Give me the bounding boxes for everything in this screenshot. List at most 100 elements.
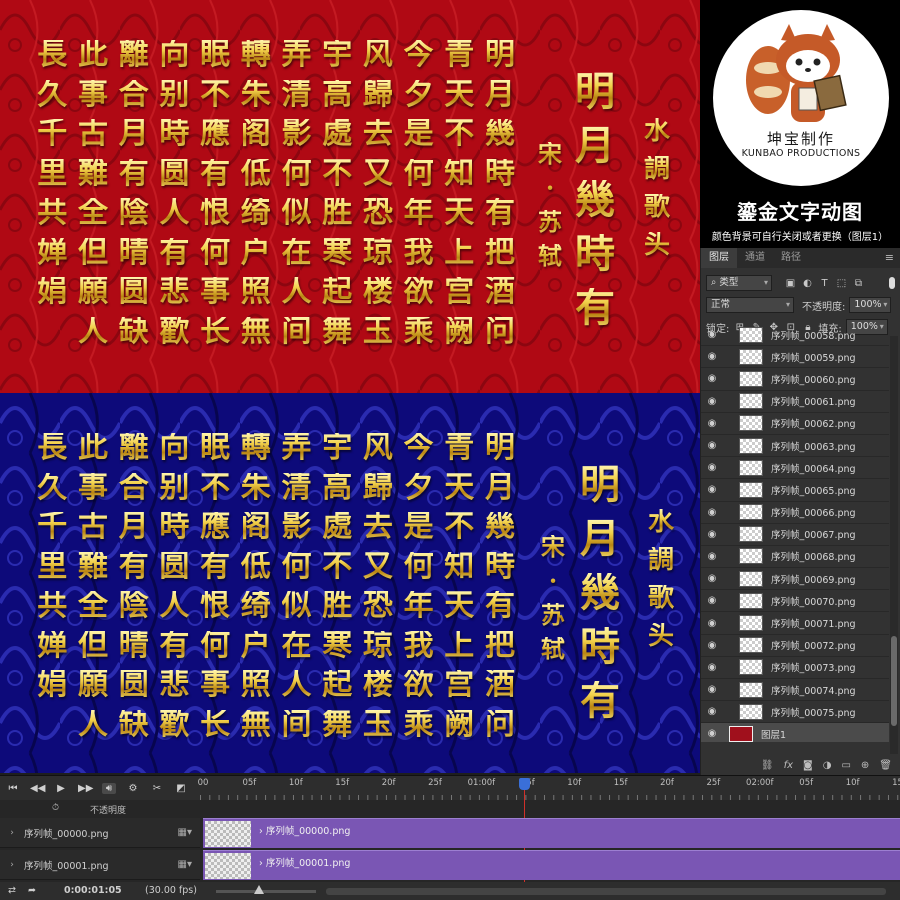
- ruler-tick-label: 15f: [613, 778, 628, 788]
- eye-icon[interactable]: ◉: [701, 551, 723, 562]
- eye-icon[interactable]: ◉: [701, 706, 723, 717]
- eye-icon[interactable]: ◉: [701, 529, 723, 540]
- chevron-right-icon[interactable]: ›: [0, 860, 24, 870]
- timeline-scrollbar[interactable]: [326, 888, 886, 895]
- zoom-slider-track[interactable]: [216, 890, 316, 893]
- eye-icon[interactable]: ◉: [701, 351, 723, 362]
- trash-icon[interactable]: 🗑︎: [879, 760, 892, 771]
- image-filter-icon[interactable]: ▣: [784, 277, 797, 290]
- track-menu-icon[interactable]: ▦▾: [178, 859, 192, 870]
- poem-character: 把: [485, 234, 515, 270]
- next-frame-icon[interactable]: ▶▶: [78, 783, 93, 794]
- poem-column: 長久千里共婵娟: [32, 433, 72, 700]
- layer-row[interactable]: ◉ 序列帧_00067.png: [701, 524, 889, 546]
- layer-row[interactable]: ◉ 序列帧_00064.png: [701, 457, 889, 480]
- layer-row[interactable]: ◉ 序列帧_00061.png: [701, 391, 889, 413]
- eye-icon[interactable]: ◉: [701, 640, 723, 651]
- fx-button[interactable]: fx: [784, 760, 793, 771]
- poem-character: 人: [281, 667, 312, 702]
- filter-toggle[interactable]: [889, 277, 895, 289]
- eye-icon[interactable]: ◉: [701, 573, 723, 584]
- eye-icon[interactable]: ◉: [701, 373, 723, 384]
- eye-icon[interactable]: ◉: [701, 662, 723, 673]
- poem-character: 千: [37, 509, 68, 544]
- layer-row[interactable]: ◉ 序列帧_00063.png: [701, 435, 889, 458]
- group-folder-icon[interactable]: ▭: [841, 760, 850, 771]
- layer-row[interactable]: ◉ 序列帧_00065.png: [701, 479, 889, 502]
- settings-gear-icon[interactable]: ⚙: [126, 783, 140, 794]
- layer-row[interactable]: ◉ 序列帧_00071.png: [701, 612, 889, 635]
- convert-frame-icon[interactable]: ⇄: [8, 885, 16, 896]
- poem-character: 有: [118, 155, 149, 191]
- filter-kind-select[interactable]: ⌕ 类型: [706, 275, 772, 291]
- time-ruler[interactable]: 00 05f 10f 15f 20f 25f 01:00f 05f 10f 15f 20f 25f 02…: [198, 776, 900, 800]
- layer-row[interactable]: ◉ 序列帧_00062.png: [701, 413, 889, 435]
- layer-name: 序列帧_00070.png: [771, 596, 856, 608]
- track-header[interactable]: › 序列帧_00001.png ▦▾: [0, 850, 200, 880]
- first-frame-icon[interactable]: ⏮: [6, 783, 20, 794]
- layer-row[interactable]: ◉ 序列帧_00066.png: [701, 502, 889, 524]
- eye-icon[interactable]: ◉: [701, 728, 723, 739]
- opacity-input[interactable]: 100%: [849, 297, 892, 313]
- eye-icon[interactable]: ◉: [701, 507, 723, 518]
- eye-icon[interactable]: ◉: [701, 329, 723, 340]
- zoom-slider-knob[interactable]: [254, 885, 264, 894]
- layer-scrollbar[interactable]: [890, 336, 898, 754]
- poem-character: 月: [118, 509, 149, 544]
- layer-scroll-knob[interactable]: [891, 636, 897, 726]
- new-layer-icon[interactable]: ⊕: [861, 760, 869, 771]
- blend-mode-select[interactable]: 正常: [706, 297, 794, 313]
- eye-icon[interactable]: ◉: [701, 618, 723, 629]
- timeline-clip[interactable]: › 序列帧_00001.png: [203, 850, 900, 880]
- adjustment-filter-icon[interactable]: ◐: [801, 277, 814, 290]
- layer-row-background[interactable]: ◉ 图层1: [701, 723, 889, 742]
- eye-icon[interactable]: ◉: [701, 396, 723, 407]
- link-icon[interactable]: ⛓: [761, 760, 774, 771]
- tab-paths[interactable]: 路径: [773, 248, 809, 268]
- playhead-handle[interactable]: [519, 778, 530, 790]
- smart-object-filter-icon[interactable]: ⧉: [852, 277, 865, 290]
- eye-icon[interactable]: ◉: [701, 484, 723, 495]
- layer-row[interactable]: ◉ 序列帧_00058.png: [701, 324, 889, 347]
- render-icon[interactable]: ➦: [28, 885, 36, 896]
- layer-row[interactable]: ◉ 序列帧_00069.png: [701, 568, 889, 591]
- logo-chinese: 坤宝制作: [766, 130, 835, 148]
- ruler-tick-label: 05f: [242, 778, 257, 788]
- transition-icon[interactable]: ◩: [174, 783, 188, 794]
- layer-row[interactable]: ◉ 序列帧_00068.png: [701, 546, 889, 569]
- play-icon[interactable]: ▶: [54, 783, 68, 794]
- layer-row[interactable]: ◉ 序列帧_00070.png: [701, 590, 889, 613]
- layer-row[interactable]: ◉ 序列帧_00060.png: [701, 368, 889, 391]
- layer-row[interactable]: ◉ 序列帧_00073.png: [701, 657, 889, 679]
- timeline-clip[interactable]: › 序列帧_00000.png: [203, 818, 900, 848]
- poem-character: 问: [485, 313, 515, 349]
- track-menu-icon[interactable]: ▦▾: [178, 827, 192, 838]
- chevron-right-icon[interactable]: ›: [0, 828, 24, 838]
- eye-icon[interactable]: ◉: [701, 462, 723, 473]
- author-character: 苏: [541, 600, 565, 629]
- adjustment-icon[interactable]: ◑: [823, 760, 832, 771]
- eye-icon[interactable]: ◉: [701, 418, 723, 429]
- tab-channels[interactable]: 通道: [737, 248, 773, 268]
- layer-row[interactable]: ◉ 序列帧_00074.png: [701, 679, 889, 702]
- author-character: 轼: [541, 634, 565, 663]
- eye-icon[interactable]: ◉: [701, 440, 723, 451]
- prev-frame-icon[interactable]: ◀◀: [30, 783, 45, 794]
- layer-row[interactable]: ◉ 序列帧_00075.png: [701, 701, 889, 724]
- layer-row[interactable]: ◉ 序列帧_00059.png: [701, 346, 889, 369]
- track-header[interactable]: › 序列帧_00000.png ▦▾: [0, 818, 200, 848]
- poem-column: 明月幾時有把酒问: [480, 433, 520, 740]
- split-scissors-icon[interactable]: ✂: [150, 783, 164, 794]
- panel-menu-icon[interactable]: ≡: [885, 251, 894, 264]
- poem-character: 事: [78, 469, 108, 505]
- shape-filter-icon[interactable]: ⬚: [835, 277, 848, 290]
- audio-icon[interactable]: 🔊︎: [102, 782, 116, 794]
- eye-icon[interactable]: ◉: [701, 595, 723, 606]
- type-filter-icon[interactable]: T: [818, 277, 831, 290]
- layer-row[interactable]: ◉ 序列帧_00072.png: [701, 635, 889, 657]
- poem-character: 高: [322, 469, 353, 505]
- stopwatch-icon[interactable]: ⏱: [52, 803, 59, 813]
- mask-icon[interactable]: ◙: [803, 760, 813, 771]
- eye-icon[interactable]: ◉: [701, 684, 723, 695]
- tab-layers[interactable]: 图层: [701, 248, 737, 268]
